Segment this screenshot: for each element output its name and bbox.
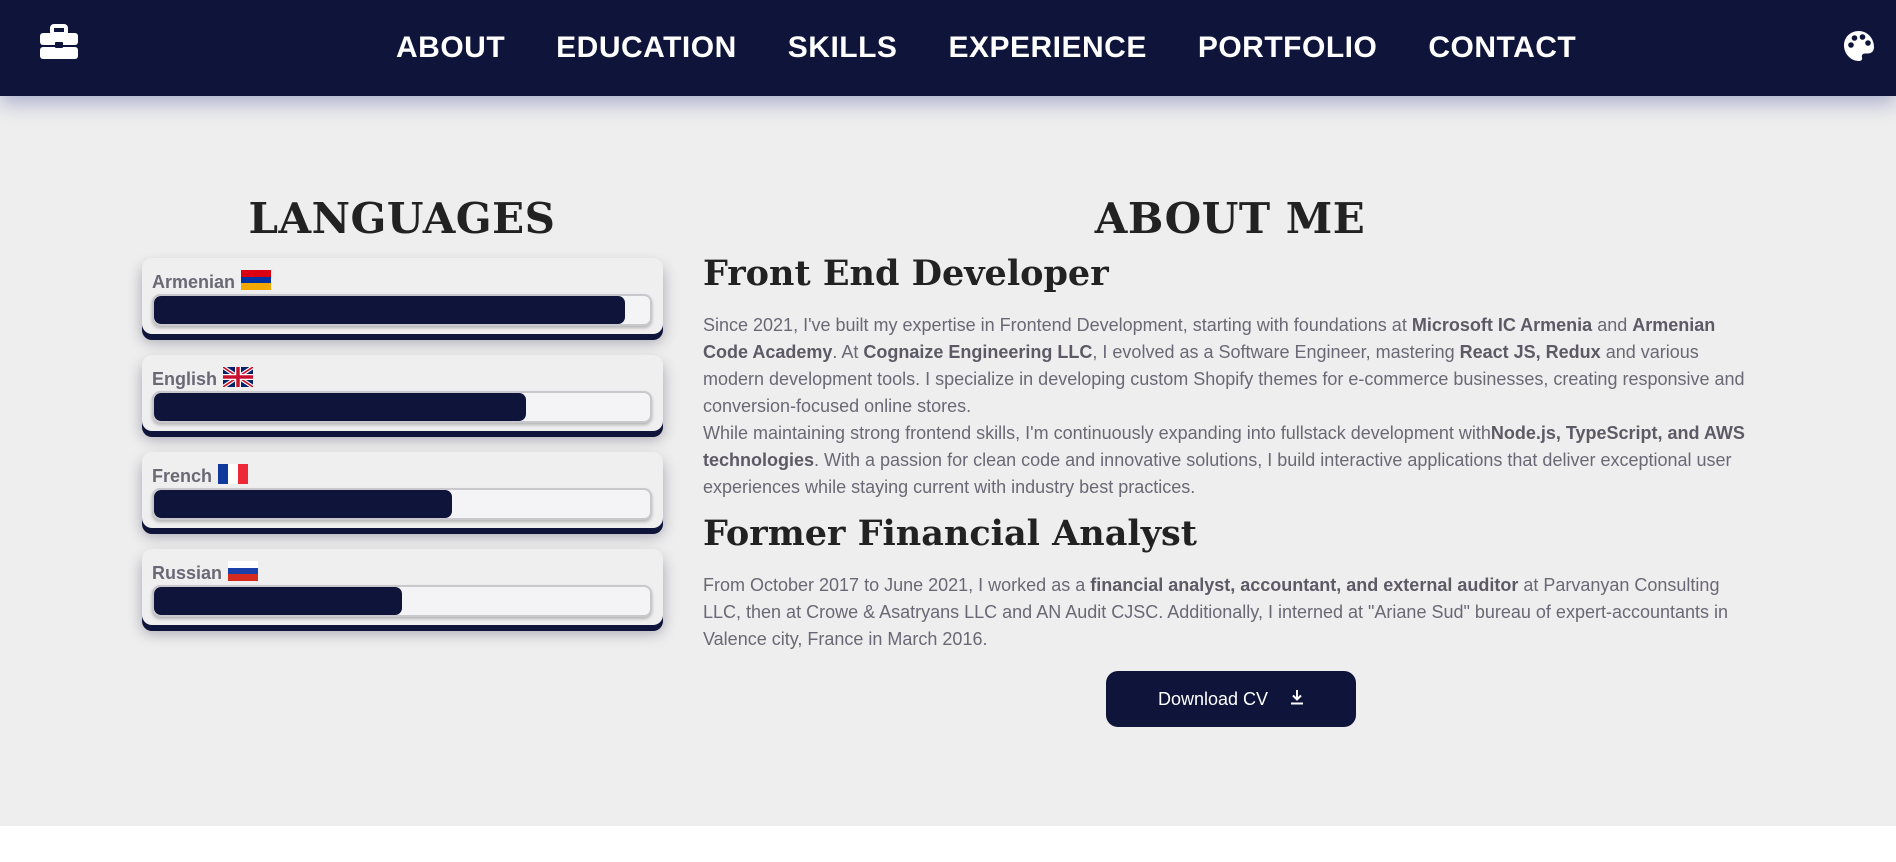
language-card-armenian: Armenian — [142, 258, 663, 334]
frontend-paragraph-2: While maintaining strong frontend skills… — [703, 420, 1753, 501]
palette-icon[interactable] — [1843, 30, 1875, 62]
text: Since 2021, I've built my expertise in F… — [703, 315, 1412, 335]
highlight: React JS, Redux — [1459, 342, 1601, 362]
financial-paragraph: From October 2017 to June 2021, I worked… — [703, 572, 1753, 653]
text: and — [1592, 315, 1633, 335]
nav-menu: ABOUT EDUCATION SKILLS EXPERIENCE PORTFO… — [396, 0, 1576, 96]
highlight: financial analyst, accountant, and exter… — [1090, 575, 1519, 595]
download-icon — [1290, 689, 1304, 710]
highlight: Microsoft IC Armenia — [1411, 315, 1593, 335]
russia-flag-icon — [228, 561, 259, 586]
language-label: Armenian — [152, 270, 272, 295]
language-progress-fill — [154, 393, 526, 421]
briefcase-icon[interactable] — [38, 24, 80, 60]
highlight: Cognaize Engineering LLC — [863, 342, 1093, 362]
languages-title: LANGUAGES — [248, 194, 556, 243]
nav-link-about[interactable]: ABOUT — [396, 31, 505, 65]
language-label: English — [152, 365, 255, 392]
language-label: Russian — [152, 561, 259, 586]
text: While maintaining strong frontend skills… — [703, 423, 1491, 443]
nav-link-contact[interactable]: CONTACT — [1428, 31, 1576, 65]
nav-link-experience[interactable]: EXPERIENCE — [948, 31, 1146, 65]
language-card-russian: Russian — [142, 549, 663, 625]
text: From October 2017 to June 2021, I worked… — [703, 575, 1091, 595]
language-card-french: French — [142, 452, 663, 528]
nav-link-skills[interactable]: SKILLS — [788, 31, 898, 65]
nav-link-education[interactable]: EDUCATION — [556, 31, 737, 65]
language-name: English — [152, 369, 218, 389]
language-name: Russian — [152, 563, 223, 583]
text: . At — [832, 342, 864, 362]
text: . With a passion for clean code and inno… — [703, 450, 1732, 497]
language-progress-fill — [154, 490, 452, 518]
uk-flag-icon — [221, 365, 255, 392]
text: , I evolved as a Software Engineer, mast… — [1092, 342, 1460, 362]
language-card-english: English — [142, 355, 663, 431]
language-name: Armenian — [152, 272, 236, 292]
language-progress-track — [152, 391, 652, 423]
download-cv-label: Download CV — [1157, 688, 1269, 709]
frontend-paragraph-1: Since 2021, I've built my expertise in F… — [703, 312, 1753, 420]
language-name: French — [152, 466, 213, 486]
role-title-financial: Former Financial Analyst — [703, 513, 1197, 554]
language-progress-fill — [154, 296, 626, 324]
role-title-frontend: Front End Developer — [703, 253, 1109, 294]
language-label: French — [152, 464, 249, 489]
language-progress-track — [152, 488, 652, 520]
about-section: LANGUAGES Armenian English French Russia… — [0, 96, 1896, 826]
top-navbar: ABOUT EDUCATION SKILLS EXPERIENCE PORTFO… — [0, 0, 1896, 96]
about-title: ABOUT ME — [1094, 194, 1366, 243]
nav-link-portfolio[interactable]: PORTFOLIO — [1198, 31, 1378, 65]
language-progress-track — [152, 294, 652, 326]
download-cv-button[interactable]: Download CV — [1106, 671, 1356, 727]
language-progress-fill — [154, 587, 402, 615]
france-flag-icon — [218, 464, 249, 489]
armenia-flag-icon — [241, 270, 272, 295]
language-progress-track — [152, 585, 652, 617]
